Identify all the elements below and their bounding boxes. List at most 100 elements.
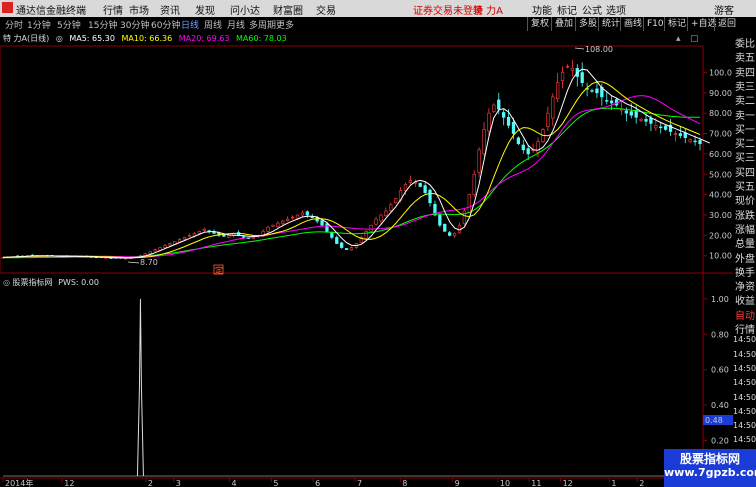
side-panel-label: 卖一 [735, 110, 755, 122]
candle-body [344, 248, 349, 250]
candle-body [698, 140, 702, 145]
candle-body [423, 185, 427, 193]
indicator-name[interactable]: 股票指标网 [13, 278, 53, 287]
side-panel-label: 委比 [735, 39, 755, 50]
high-price-label: 108.00 [585, 45, 613, 54]
candle-body [664, 125, 668, 130]
candle-body [487, 112, 491, 132]
side-panel-label: 买二 [735, 139, 755, 151]
indicator-tick-label: 1.00 [711, 295, 729, 304]
candle-body [502, 112, 506, 118]
candle-body [438, 214, 442, 226]
indicator-tick-label: 0.20 [711, 437, 729, 446]
date-tick-label: 12 [563, 479, 573, 487]
quote-side-panel: L 000 委比卖五卖四卖三卖二卖一买一买二买三买四买五现价涨跌涨幅总量外盘换手… [733, 33, 756, 487]
candle-body [276, 222, 280, 228]
candle-body [374, 218, 378, 225]
candle-body [590, 90, 594, 92]
side-panel-label: 买五 [735, 182, 755, 193]
candle-body [384, 210, 388, 216]
date-tick-label: 8 [402, 479, 407, 487]
ma10-line [2, 81, 701, 259]
candle-body [649, 117, 653, 124]
ma5-line [2, 68, 711, 259]
candle-body [320, 220, 324, 226]
candle-body [305, 211, 309, 216]
candle-body [325, 223, 329, 232]
candle-body [168, 243, 172, 246]
side-panel-label: 卖三 [735, 81, 755, 93]
candle-body [570, 68, 575, 71]
date-tick-label: 5 [273, 479, 278, 487]
price-tick-label: 100.0 [709, 68, 732, 77]
side-panel-label: 14:50 [733, 421, 756, 431]
indicator-tick-label: 0.40 [711, 401, 729, 410]
candle-body [389, 204, 393, 211]
kline-chart[interactable]: 100.0 90.00 80.00 70.00 60.00 50.00 40.00 30.00… [0, 0, 733, 487]
candle-body [286, 218, 290, 221]
candle-body [153, 249, 157, 252]
date-tick-label: 9 [455, 479, 460, 487]
date-tick-label: 12 [64, 479, 74, 487]
candle-body [462, 210, 467, 224]
candle-body [693, 140, 697, 143]
price-tick-label: 30.00 [709, 211, 732, 220]
indicator-expand-icon[interactable]: ◎ [3, 278, 10, 287]
side-panel-label: 卖四 [735, 67, 755, 79]
candle-body [394, 198, 398, 203]
candle-body [551, 96, 555, 119]
side-panel-label: 买一 [735, 124, 755, 136]
side-panel-label: 14:50 [733, 335, 756, 345]
candle-body [124, 258, 128, 260]
candle-body [565, 66, 570, 68]
candle-body [610, 100, 614, 104]
candle-body [688, 139, 692, 143]
candle-body [659, 126, 663, 129]
indicator-series [3, 298, 700, 477]
candle-body [340, 242, 344, 248]
price-tick-label: 80.00 [709, 109, 732, 118]
candle-body [492, 104, 496, 112]
side-panel-label: 收益 [735, 296, 755, 308]
candle-body [678, 133, 683, 136]
date-tick-label: 2014年 [5, 478, 33, 487]
side-panel-label: 14:50 [733, 392, 756, 402]
side-panel-label: 14:50 [733, 378, 756, 388]
candle-body [281, 220, 285, 224]
candle-body [536, 141, 540, 153]
candle-body [330, 231, 334, 238]
side-panel-label: 外盘 [735, 253, 755, 265]
candle-body [521, 144, 525, 151]
low-price-pointer [127, 261, 140, 264]
watermark-url: www.7gpzb.com [664, 466, 756, 479]
candle-body [266, 226, 270, 232]
candle-body [197, 231, 201, 234]
candle-body [290, 216, 295, 219]
side-panel-label: 涨跌 [735, 210, 755, 222]
price-tick-label: 20.00 [709, 231, 732, 240]
candle-body [418, 183, 422, 187]
candles-group [1, 60, 702, 260]
candle-body [178, 239, 182, 243]
date-tick-label: 2 [639, 479, 644, 487]
candle-body [624, 110, 629, 114]
candle-body [482, 129, 486, 154]
candle-body [506, 116, 511, 126]
candle-body [580, 72, 584, 83]
candle-body [516, 137, 521, 145]
side-panel-label: 总量 [735, 239, 755, 251]
ma-lines-group [2, 68, 711, 259]
date-tick-label: 6 [315, 479, 320, 487]
main-panel-frame [0, 45, 704, 274]
candle-body [467, 194, 471, 213]
side-panel-label: 买三 [735, 153, 755, 165]
side-panel-label: 14:50 [733, 435, 756, 445]
price-tick-label: 50.00 [709, 170, 732, 179]
low-price-label: 8.70 [140, 258, 158, 267]
side-panel-label: 14:50 [733, 363, 756, 373]
indicator-spike [136, 298, 144, 477]
indicator-tick-label: 0.60 [711, 366, 729, 375]
side-panel-label: 14:50 [733, 406, 756, 416]
price-tick-label: 10.00 [709, 252, 732, 261]
date-tick-label: 7 [357, 479, 362, 487]
